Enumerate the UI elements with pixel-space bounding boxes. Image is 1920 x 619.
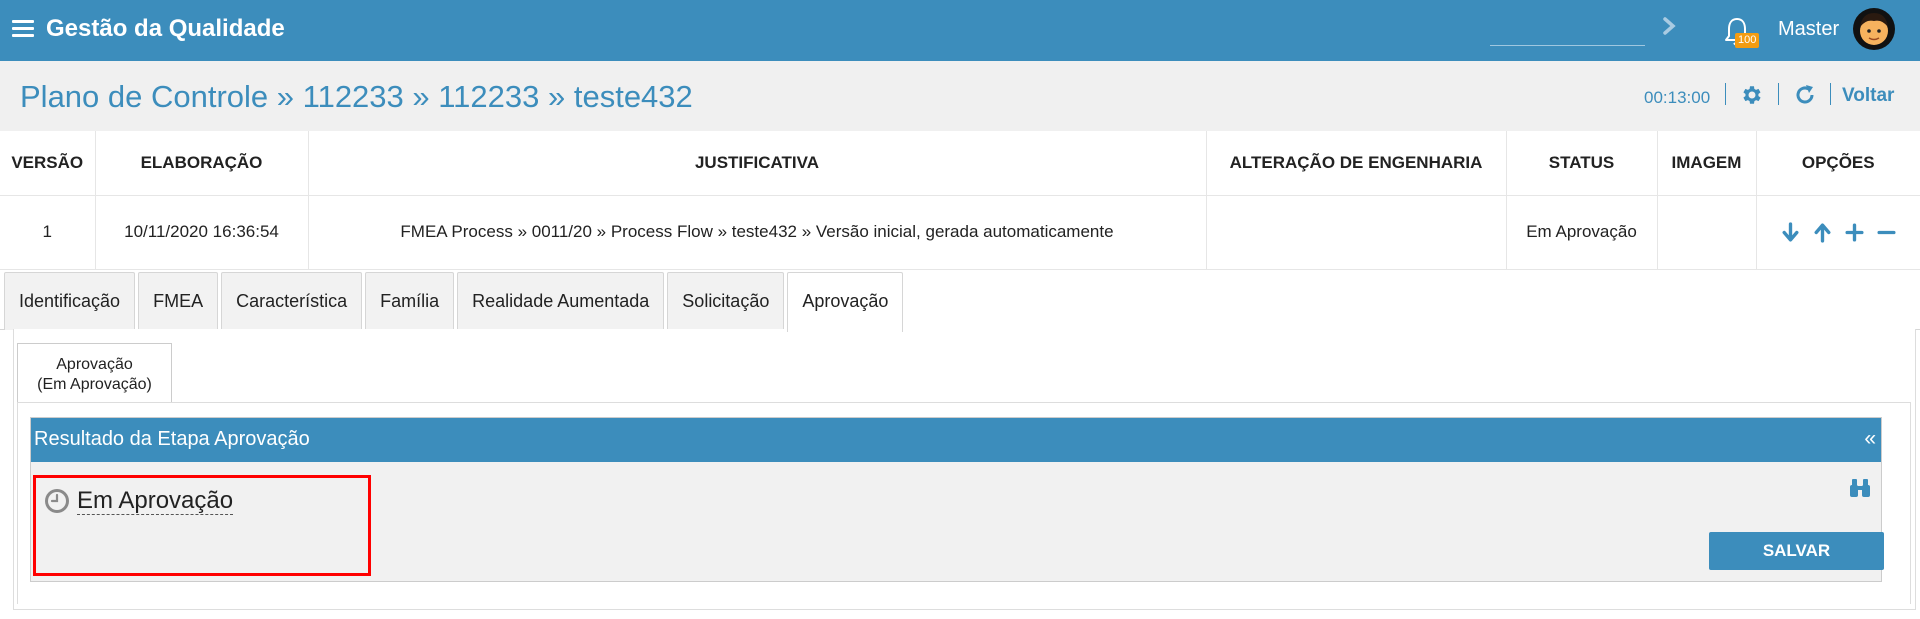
cell-status: Em Aprovação (1506, 195, 1658, 270)
cell-image (1657, 195, 1757, 270)
hamburger-menu-icon[interactable] (12, 20, 34, 38)
column-header-elaboration: ELABORAÇÃO (95, 131, 309, 196)
minus-icon[interactable] (1876, 222, 1897, 243)
arrow-up-icon[interactable] (1812, 222, 1833, 243)
subtab-status: (Em Aprovação) (37, 376, 152, 393)
user-avatar-icon[interactable] (1852, 7, 1896, 51)
column-header-options: OPÇÕES (1756, 131, 1920, 196)
tab-caracteristica[interactable]: Característica (221, 272, 363, 330)
divider (1778, 83, 1779, 105)
table-header-row: VERSÃO ELABORAÇÃO JUSTIFICATIVA ALTERAÇÃ… (0, 131, 1920, 196)
tab-familia[interactable]: Família (365, 272, 455, 330)
back-link[interactable]: Voltar (1842, 85, 1894, 107)
collapse-toggle[interactable]: « (1864, 427, 1876, 451)
column-header-status: STATUS (1506, 131, 1658, 196)
user-name[interactable]: Master (1778, 18, 1839, 41)
cell-options (1756, 195, 1920, 270)
tab-realidade-aumentada[interactable]: Realidade Aumentada (457, 272, 665, 330)
cell-engineering-change (1206, 195, 1507, 270)
table-row: 1 10/11/2020 16:36:54 FMEA Process » 001… (0, 195, 1920, 270)
cell-elaboration: 10/11/2020 16:36:54 (95, 195, 309, 270)
search-input[interactable] (1490, 12, 1645, 46)
save-button[interactable]: SALVAR (1709, 532, 1884, 570)
column-header-justification: JUSTIFICATIVA (308, 131, 1207, 196)
box-header: Resultado da Etapa Aprovação « (31, 418, 1881, 462)
page-header: Plano de Controle » 112233 » 112233 » te… (0, 61, 1920, 131)
notification-badge: 100 (1735, 33, 1760, 48)
divider (1725, 83, 1726, 105)
tab-identificacao[interactable]: Identificação (4, 272, 136, 330)
cell-version: 1 (0, 195, 96, 270)
column-header-version: VERSÃO (0, 131, 96, 196)
box-title: Resultado da Etapa Aprovação (34, 428, 310, 450)
column-header-engineering-change: ALTERAÇÃO DE ENGENHARIA (1206, 131, 1507, 196)
subtab-title: Aprovação (56, 356, 133, 373)
divider (1830, 83, 1831, 105)
session-timer: 00:13:00 (1644, 88, 1711, 107)
refresh-icon[interactable] (1793, 83, 1817, 107)
tab-solicitacao[interactable]: Solicitação (667, 272, 785, 330)
versions-table: VERSÃO ELABORAÇÃO JUSTIFICATIVA ALTERAÇÃ… (0, 131, 1920, 270)
binoculars-icon[interactable] (1848, 477, 1872, 499)
arrow-down-icon[interactable] (1780, 221, 1801, 243)
subtab-aprovacao[interactable]: Aprovação (Em Aprovação) (17, 343, 172, 402)
tab-fmea[interactable]: FMEA (138, 272, 219, 330)
plus-icon[interactable] (1844, 222, 1865, 243)
cell-justification: FMEA Process » 0011/20 » Process Flow » … (308, 195, 1207, 270)
gear-icon[interactable] (1740, 83, 1764, 107)
tab-aprovacao[interactable]: Aprovação (787, 272, 904, 332)
column-header-image: IMAGEM (1657, 131, 1757, 196)
app-title: Gestão da Qualidade (46, 15, 285, 42)
tab-bar: Identificação FMEA Característica Famíli… (4, 272, 904, 332)
top-navbar: Gestão da Qualidade 100 Master (0, 0, 1920, 61)
breadcrumb: Plano de Controle » 112233 » 112233 » te… (20, 79, 693, 114)
highlight-box (33, 475, 371, 576)
chevron-right-icon[interactable] (1661, 13, 1679, 39)
